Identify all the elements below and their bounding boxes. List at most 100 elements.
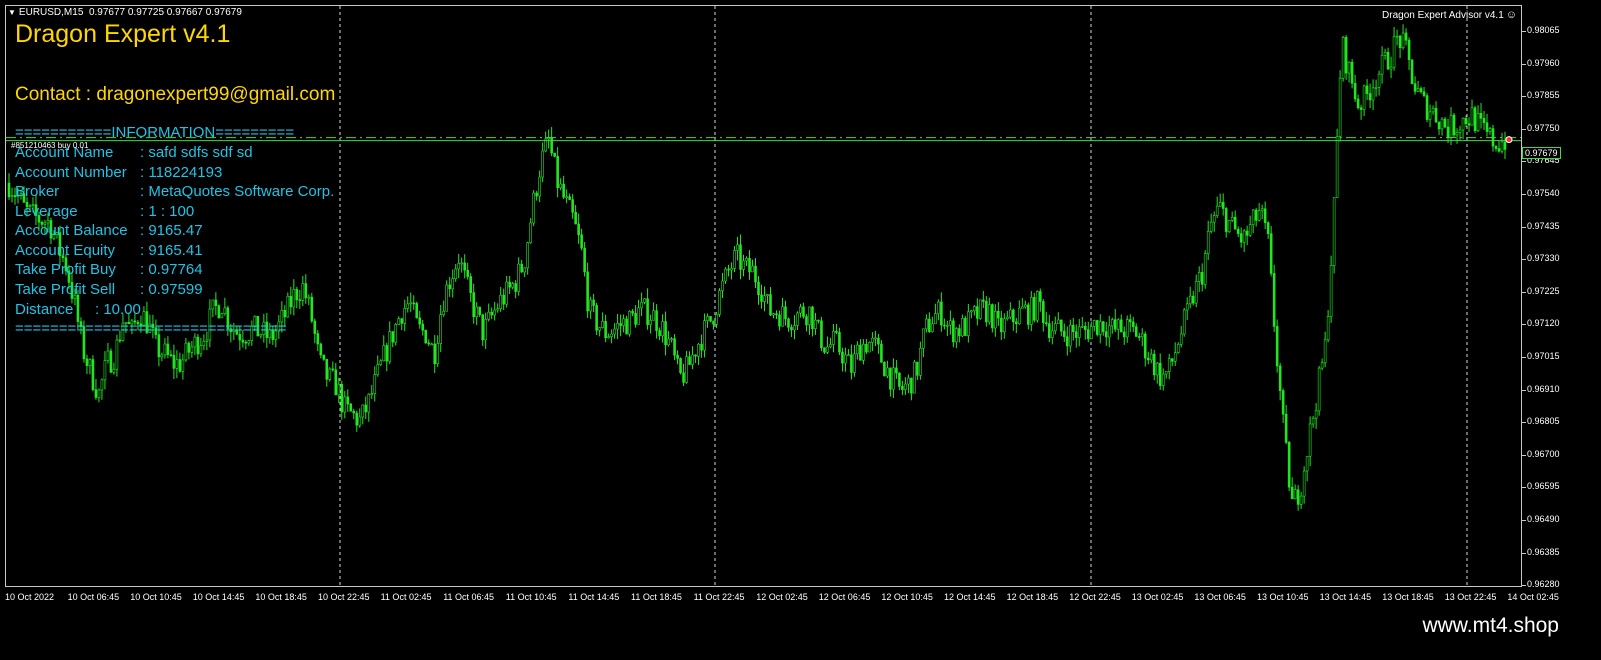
candle xyxy=(1033,292,1036,323)
candle xyxy=(808,306,811,335)
symbol-name: EURUSD,M15 xyxy=(18,7,84,18)
chart-window[interactable]: ▼ EURUSD,M15 0.97677 0.97725 0.97667 0.97… xyxy=(0,0,1601,624)
candle xyxy=(1027,302,1030,330)
candle xyxy=(577,213,580,244)
candle xyxy=(1083,321,1087,340)
candle xyxy=(1119,314,1123,333)
price-tick-label: 0.98065 xyxy=(1522,25,1560,35)
expert-advisor-label[interactable]: Dragon Expert Advisor v4.1 ☺ xyxy=(1382,9,1517,21)
candle xyxy=(433,335,437,374)
candle xyxy=(949,310,952,335)
candle xyxy=(859,339,862,361)
candle xyxy=(973,305,976,316)
candle xyxy=(196,333,200,360)
candle xyxy=(1443,117,1447,129)
candle xyxy=(487,303,490,322)
candle xyxy=(1137,332,1141,341)
candle xyxy=(811,305,814,337)
candle xyxy=(877,333,880,354)
candle xyxy=(496,303,499,313)
order-label[interactable]: #851210463 buy 0.01 xyxy=(11,141,88,150)
candle xyxy=(886,360,889,379)
candle xyxy=(166,336,170,359)
candle xyxy=(1155,362,1159,384)
candle xyxy=(946,320,949,336)
candle xyxy=(622,314,625,333)
candle xyxy=(1209,213,1213,234)
candle xyxy=(589,296,592,319)
price-tick-label: 0.96385 xyxy=(1522,546,1560,557)
candle xyxy=(550,127,553,157)
candle xyxy=(766,293,769,304)
candle xyxy=(103,351,107,390)
candle xyxy=(655,304,658,339)
candle xyxy=(565,189,568,204)
info-row-take-profit-sell: Take Profit Sell: 0.97599 xyxy=(15,281,203,298)
candle xyxy=(1057,312,1060,325)
candle xyxy=(187,341,191,360)
candle xyxy=(1101,321,1105,336)
candle xyxy=(856,341,859,360)
candle xyxy=(874,330,877,347)
candle xyxy=(355,410,359,432)
collapse-triangle-icon[interactable]: ▼ xyxy=(8,8,16,17)
candle xyxy=(514,279,517,299)
candle xyxy=(1401,24,1405,50)
candle xyxy=(91,355,95,392)
candle xyxy=(1470,99,1474,126)
candle xyxy=(1263,201,1267,229)
candle xyxy=(1200,263,1204,292)
candle xyxy=(1024,300,1027,309)
candle xyxy=(1125,315,1129,343)
candle xyxy=(658,327,661,341)
candle xyxy=(847,349,850,357)
candle xyxy=(1398,34,1402,59)
candle xyxy=(1128,314,1132,333)
time-tick-label: 10 Oct 18:45 xyxy=(255,592,307,602)
info-row-account-number: Account Number: 118224193 xyxy=(15,164,223,181)
candle xyxy=(838,327,841,356)
time-tick-label: 10 Oct 22:45 xyxy=(318,592,370,602)
price-tick-label: 0.96280 xyxy=(1522,579,1560,590)
info-row-account-balance: Account Balance: 9165.47 xyxy=(15,222,203,239)
price-tick-label: 0.96910 xyxy=(1522,383,1560,394)
candle xyxy=(517,257,520,296)
ea-title: Dragon Expert v4.1 xyxy=(15,20,231,48)
candle xyxy=(1068,319,1072,353)
candle xyxy=(697,342,700,366)
candle xyxy=(1395,29,1399,46)
candle xyxy=(409,292,413,313)
candle xyxy=(556,147,559,198)
candle xyxy=(646,288,649,330)
candle xyxy=(913,359,916,394)
candle xyxy=(1272,264,1276,332)
candle xyxy=(919,341,922,380)
candle xyxy=(1356,94,1360,110)
candle xyxy=(394,322,398,346)
candle xyxy=(1437,121,1441,135)
time-tick-label: 13 Oct 02:45 xyxy=(1131,592,1184,602)
candle xyxy=(631,308,634,317)
time-tick-label: 12 Oct 10:45 xyxy=(881,592,933,602)
candle xyxy=(328,367,332,382)
candle xyxy=(373,366,377,402)
time-tick-label: 11 Oct 10:45 xyxy=(505,592,557,602)
candle xyxy=(1224,207,1228,238)
candle xyxy=(769,287,772,316)
price-tick-label: 0.97855 xyxy=(1522,90,1560,101)
candle xyxy=(1335,128,1339,198)
candle xyxy=(1368,83,1372,109)
candle xyxy=(163,338,167,359)
time-tick-label: 10 Oct 14:45 xyxy=(192,592,245,602)
candle xyxy=(115,334,119,377)
candle xyxy=(997,302,1000,327)
candle xyxy=(430,342,434,346)
candle xyxy=(1179,325,1183,348)
time-tick-label: 11 Oct 14:45 xyxy=(568,592,620,602)
candle xyxy=(511,281,514,290)
candle xyxy=(613,323,616,339)
candle xyxy=(412,295,416,310)
candle xyxy=(1287,441,1291,491)
candle xyxy=(1003,313,1006,339)
candle xyxy=(1350,59,1354,89)
